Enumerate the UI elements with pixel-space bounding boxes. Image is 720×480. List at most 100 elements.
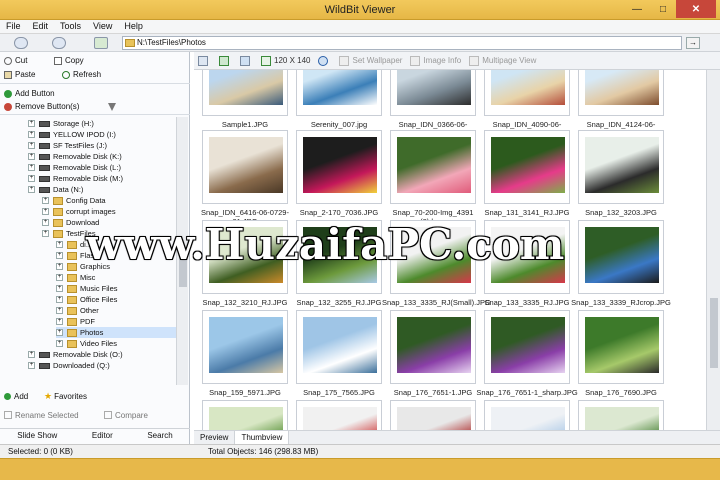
tab-preview[interactable]: Preview (194, 431, 236, 444)
expand-icon[interactable]: + (56, 263, 63, 270)
expand-icon[interactable]: + (42, 208, 49, 215)
tree-item[interactable]: + Music Files (56, 283, 176, 294)
plus-icon (4, 392, 11, 400)
tree-item[interactable]: + Video Files (56, 338, 176, 349)
tree-item-label: PDF (80, 317, 95, 326)
tree-item[interactable]: + Office Files (56, 294, 176, 305)
view-mode-button[interactable] (198, 55, 211, 66)
rename-selected-button[interactable]: Rename Selected (0, 409, 100, 421)
tree-item[interactable]: + Photos (56, 327, 176, 338)
tree-item[interactable]: + Storage (H:) (28, 118, 176, 129)
expand-icon[interactable]: + (56, 252, 63, 259)
menu-file[interactable]: File (0, 20, 27, 33)
copy-button[interactable]: Copy (50, 55, 88, 67)
expand-icon[interactable]: + (28, 153, 35, 160)
thumbnail-scrollbar[interactable] (706, 70, 720, 430)
expand-icon[interactable]: + (28, 362, 35, 369)
expand-icon[interactable]: + (42, 219, 49, 226)
tree-item[interactable]: + SF TestFiles (J:) (28, 140, 176, 151)
tree-item[interactable]: + Data (N:) (28, 184, 176, 195)
minimize-button[interactable]: — (624, 0, 650, 18)
expand-icon[interactable]: + (28, 175, 35, 182)
tab-slide-show[interactable]: Slide Show (17, 431, 57, 440)
tree-scrollbar-thumb[interactable] (179, 247, 187, 287)
expand-icon[interactable]: + (28, 351, 35, 358)
expand-icon[interactable]: + (28, 142, 35, 149)
expand-icon[interactable]: + (56, 340, 63, 347)
sort-down-button[interactable] (240, 55, 253, 66)
tree-item[interactable]: + Misc (56, 272, 176, 283)
expand-icon[interactable]: + (28, 164, 35, 171)
expand-icon[interactable]: + (28, 120, 35, 127)
photo-thumbnail-image (585, 407, 659, 430)
tree-item[interactable]: + Config Data (42, 195, 176, 206)
expand-icon[interactable]: + (28, 186, 35, 193)
tree-item[interactable]: + Download (42, 217, 176, 228)
go-button[interactable]: → (686, 37, 700, 49)
expand-icon[interactable]: + (28, 131, 35, 138)
forward-button[interactable] (52, 37, 66, 49)
tree-item[interactable]: + Removable Disk (M:) (28, 173, 176, 184)
multipage-view-button[interactable]: Multipage View (469, 55, 537, 66)
add-button-button[interactable]: Add Button (0, 88, 59, 100)
sort-down-icon (240, 55, 250, 66)
compare-button[interactable]: Compare (100, 409, 152, 421)
tree-item[interactable]: + Removable Disk (O:) (28, 349, 176, 360)
tree-item[interactable]: + di... (56, 239, 176, 250)
tab-search[interactable]: Search (147, 431, 172, 440)
thumbnail-scrollbar-thumb[interactable] (710, 298, 718, 368)
menu-view[interactable]: View (87, 20, 118, 33)
expand-icon[interactable]: + (42, 230, 49, 237)
expand-icon[interactable]: + (56, 329, 63, 336)
expand-icon[interactable]: + (42, 197, 49, 204)
remove-buttons-button[interactable]: Remove Button(s) (0, 101, 104, 113)
menu-tools[interactable]: Tools (54, 20, 87, 33)
sort-up-button[interactable] (219, 55, 232, 66)
thumbnail-grid[interactable]: Sample1.JPG Serenity_007.jpg Snap_IDN_0366… (194, 70, 704, 430)
photo-thumbnail-image (303, 407, 377, 430)
tree-item[interactable]: + Graphics (56, 261, 176, 272)
address-input[interactable]: N:\TestFiles\Photos (122, 36, 682, 50)
tree-item[interactable]: + Removable Disk (K:) (28, 151, 176, 162)
folder-tree[interactable]: + Storage (H:) + YELLOW IPOD (I:) + SF TestFi… (0, 117, 176, 385)
expand-icon[interactable]: + (56, 307, 63, 314)
add-button-label: Add Button (15, 89, 55, 98)
tree-item[interactable]: + Other (56, 305, 176, 316)
rotate-button[interactable] (318, 55, 331, 66)
tree-item-label: Removable Disk (O:) (53, 350, 123, 359)
tab-thumbview[interactable]: Thumbview (235, 431, 290, 444)
paste-button[interactable]: Paste (0, 69, 58, 81)
expand-icon[interactable]: + (56, 274, 63, 281)
refresh-button[interactable]: Refresh (58, 69, 105, 81)
photo-thumbnail-image (209, 227, 283, 283)
menu-help[interactable]: Help (118, 20, 149, 33)
image-info-button[interactable]: Image Info (410, 55, 461, 66)
cut-button[interactable]: Cut (0, 55, 50, 67)
multipage-view-label: Multipage View (482, 56, 537, 65)
tree-item[interactable]: + YELLOW IPOD (I:) (28, 129, 176, 140)
close-button[interactable]: ✕ (676, 0, 716, 18)
favorites-tab[interactable]: ★ Favorites (44, 390, 87, 402)
tree-item[interactable]: + corrupt images (42, 206, 176, 217)
filter-button[interactable] (104, 101, 123, 113)
folder-icon (67, 317, 77, 326)
expand-icon[interactable]: + (56, 241, 63, 248)
tree-item[interactable]: + Downloaded (Q:) (28, 360, 176, 371)
tab-editor[interactable]: Editor (92, 431, 113, 440)
thumbnail-frame (390, 400, 476, 430)
thumbnail-size-button[interactable]: 120 X 140 (261, 55, 310, 66)
tree-item[interactable]: + Flash (56, 250, 176, 261)
tree-item[interactable]: + PDF (56, 316, 176, 327)
set-wallpaper-button[interactable]: Set Wallpaper (339, 55, 402, 66)
up-folder-icon[interactable] (94, 37, 108, 49)
tree-item[interactable]: + Removable Disk (L:) (28, 162, 176, 173)
expand-icon[interactable]: + (56, 318, 63, 325)
add-favorite-button[interactable]: Add (4, 390, 28, 402)
back-button[interactable] (14, 37, 28, 49)
tree-scrollbar[interactable] (176, 117, 188, 385)
tree-item[interactable]: + TestFiles (42, 228, 176, 239)
expand-icon[interactable]: + (56, 296, 63, 303)
menu-edit[interactable]: Edit (27, 20, 55, 33)
maximize-button[interactable]: □ (650, 0, 676, 18)
expand-icon[interactable]: + (56, 285, 63, 292)
